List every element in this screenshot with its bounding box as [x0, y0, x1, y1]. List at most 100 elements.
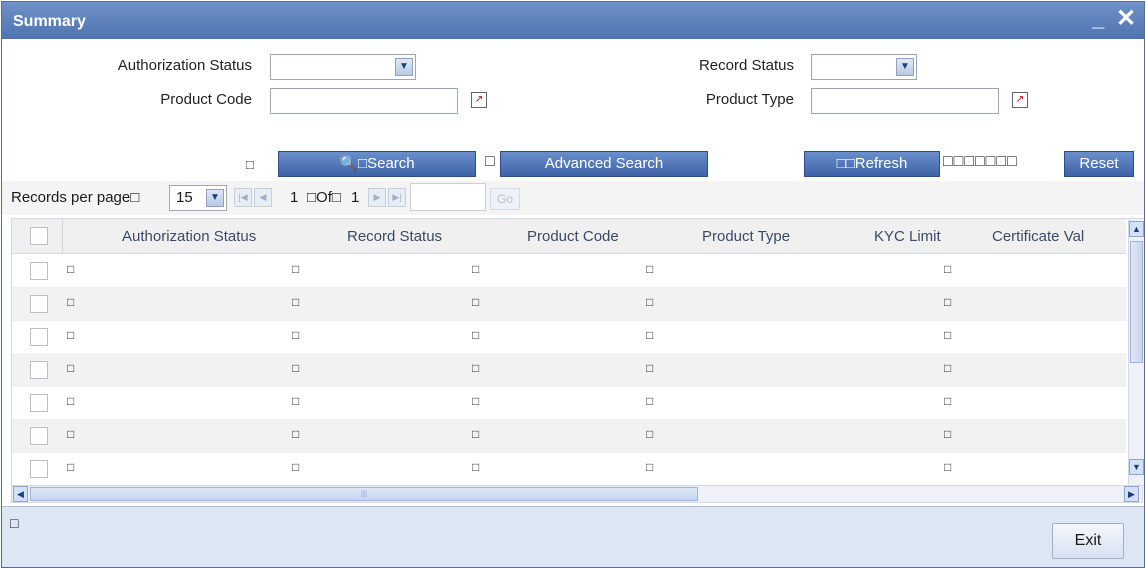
summary-window: Summary _ ✕ Authorization Status ▼ Recor…: [1, 1, 1145, 568]
refresh-button[interactable]: □□Refresh: [804, 151, 940, 177]
table-row[interactable]: □ □ □ □ □: [12, 254, 1126, 288]
title-bar: Summary _ ✕: [2, 2, 1144, 39]
table-cell: □: [67, 295, 75, 309]
table-cell: □: [646, 394, 654, 408]
record-status-label: Record Status: [698, 57, 794, 74]
authorization-status-label: Authorization Status: [117, 57, 252, 74]
table-cell: □: [646, 328, 654, 342]
table-cell: □: [646, 427, 654, 441]
table-cell: □: [646, 262, 654, 276]
table-cell: □: [292, 394, 300, 408]
row-checkbox[interactable]: [30, 262, 48, 280]
product-code-input[interactable]: [270, 88, 458, 114]
records-per-page-label: Records per page□: [11, 189, 140, 206]
records-per-page-select[interactable]: 15 ▼: [169, 185, 227, 211]
table-cell: □: [944, 460, 952, 474]
current-page: 1: [290, 189, 299, 206]
table-row[interactable]: □ □ □ □ □: [12, 386, 1126, 420]
record-status-select[interactable]: ▼: [811, 54, 917, 80]
table-cell: □: [944, 262, 952, 276]
toolbar-separator: □: [485, 153, 495, 170]
records-per-page-value: 15: [176, 189, 193, 206]
first-page-icon[interactable]: |◀: [234, 188, 252, 207]
search-button-label: Search: [367, 155, 415, 172]
search-button[interactable]: 🔍□Search: [278, 151, 476, 177]
exit-button[interactable]: Exit: [1052, 523, 1124, 559]
table-cell: □: [67, 427, 75, 441]
table-row[interactable]: □ □ □ □ □: [12, 419, 1126, 453]
row-checkbox[interactable]: [30, 328, 48, 346]
table-cell: □: [67, 394, 75, 408]
search-prefix: □: [358, 155, 368, 172]
reset-prefix: □□□□□□□: [943, 153, 1018, 170]
select-all-checkbox[interactable]: [30, 227, 48, 245]
reset-button[interactable]: Reset: [1064, 151, 1134, 177]
column-header[interactable]: Product Type: [702, 228, 790, 245]
column-header[interactable]: Record Status: [347, 228, 442, 245]
table-cell: □: [472, 394, 480, 408]
advanced-search-button[interactable]: Advanced Search: [500, 151, 708, 177]
column-header[interactable]: KYC Limit: [874, 228, 941, 245]
product-type-label: Product Type: [705, 91, 794, 108]
horizontal-scroll-thumb[interactable]: |||: [30, 487, 698, 501]
table-cell: □: [292, 427, 300, 441]
grid-header: Authorization Status Record Status Produ…: [12, 219, 1126, 254]
chevron-down-icon[interactable]: ▼: [206, 189, 224, 207]
table-cell: □: [944, 394, 952, 408]
table-cell: □: [944, 361, 952, 375]
product-code-lov-icon[interactable]: ↗: [471, 92, 487, 108]
header-divider: [62, 219, 63, 253]
table-row[interactable]: □ □ □ □ □: [12, 320, 1126, 354]
scroll-left-icon[interactable]: ◀: [13, 486, 28, 502]
page-number-input[interactable]: [410, 183, 486, 211]
row-checkbox[interactable]: [30, 394, 48, 412]
horizontal-scrollbar[interactable]: ◀ ||| ▶: [11, 485, 1143, 503]
column-header[interactable]: Product Code: [527, 228, 619, 245]
table-cell: □: [67, 262, 75, 276]
scroll-right-icon[interactable]: ▶: [1124, 486, 1139, 502]
table-cell: □: [472, 262, 480, 276]
authorization-status-select[interactable]: ▼: [270, 54, 416, 80]
close-button[interactable]: ✕: [1116, 4, 1136, 33]
row-checkbox[interactable]: [30, 361, 48, 379]
scroll-down-icon[interactable]: ▼: [1129, 459, 1144, 475]
column-header[interactable]: Certificate Val: [992, 228, 1084, 245]
of-label: □Of□: [307, 189, 341, 206]
table-row[interactable]: □ □ □ □ □: [12, 287, 1126, 321]
table-cell: □: [67, 328, 75, 342]
table-row[interactable]: □ □ □ □ □: [12, 452, 1126, 485]
product-type-input[interactable]: [811, 88, 999, 114]
table-cell: □: [944, 427, 952, 441]
search-form: Authorization Status ▼ Record Status ▼ P…: [2, 39, 1144, 181]
minimize-button[interactable]: _: [1092, 6, 1104, 32]
previous-page-icon[interactable]: ◀: [254, 188, 272, 207]
table-cell: □: [67, 361, 75, 375]
table-cell: □: [472, 328, 480, 342]
chevron-down-icon[interactable]: ▼: [395, 58, 413, 76]
product-code-label: Product Code: [160, 91, 252, 108]
toolbar-separator: □: [246, 157, 254, 172]
last-page-icon[interactable]: ▶|: [388, 188, 406, 207]
column-header[interactable]: Authorization Status: [122, 228, 256, 245]
row-checkbox[interactable]: [30, 460, 48, 478]
table-cell: □: [292, 262, 300, 276]
table-cell: □: [472, 427, 480, 441]
go-button[interactable]: Go: [490, 188, 520, 210]
table-cell: □: [472, 460, 480, 474]
row-checkbox[interactable]: [30, 295, 48, 313]
table-cell: □: [646, 361, 654, 375]
footer-bar: □ Exit: [2, 506, 1144, 567]
window-title: Summary: [13, 13, 86, 30]
next-page-icon[interactable]: ▶: [368, 188, 386, 207]
table-row[interactable]: □ □ □ □ □: [12, 353, 1126, 387]
table-cell: □: [67, 460, 75, 474]
total-pages: 1: [351, 189, 360, 206]
chevron-down-icon[interactable]: ▼: [896, 58, 914, 76]
vertical-scroll-thumb[interactable]: [1130, 241, 1143, 363]
table-cell: □: [944, 295, 952, 309]
vertical-scrollbar[interactable]: ▲ ▼: [1128, 219, 1144, 485]
row-checkbox[interactable]: [30, 427, 48, 445]
scroll-up-icon[interactable]: ▲: [1129, 221, 1144, 237]
table-cell: □: [646, 295, 654, 309]
product-type-lov-icon[interactable]: ↗: [1012, 92, 1028, 108]
